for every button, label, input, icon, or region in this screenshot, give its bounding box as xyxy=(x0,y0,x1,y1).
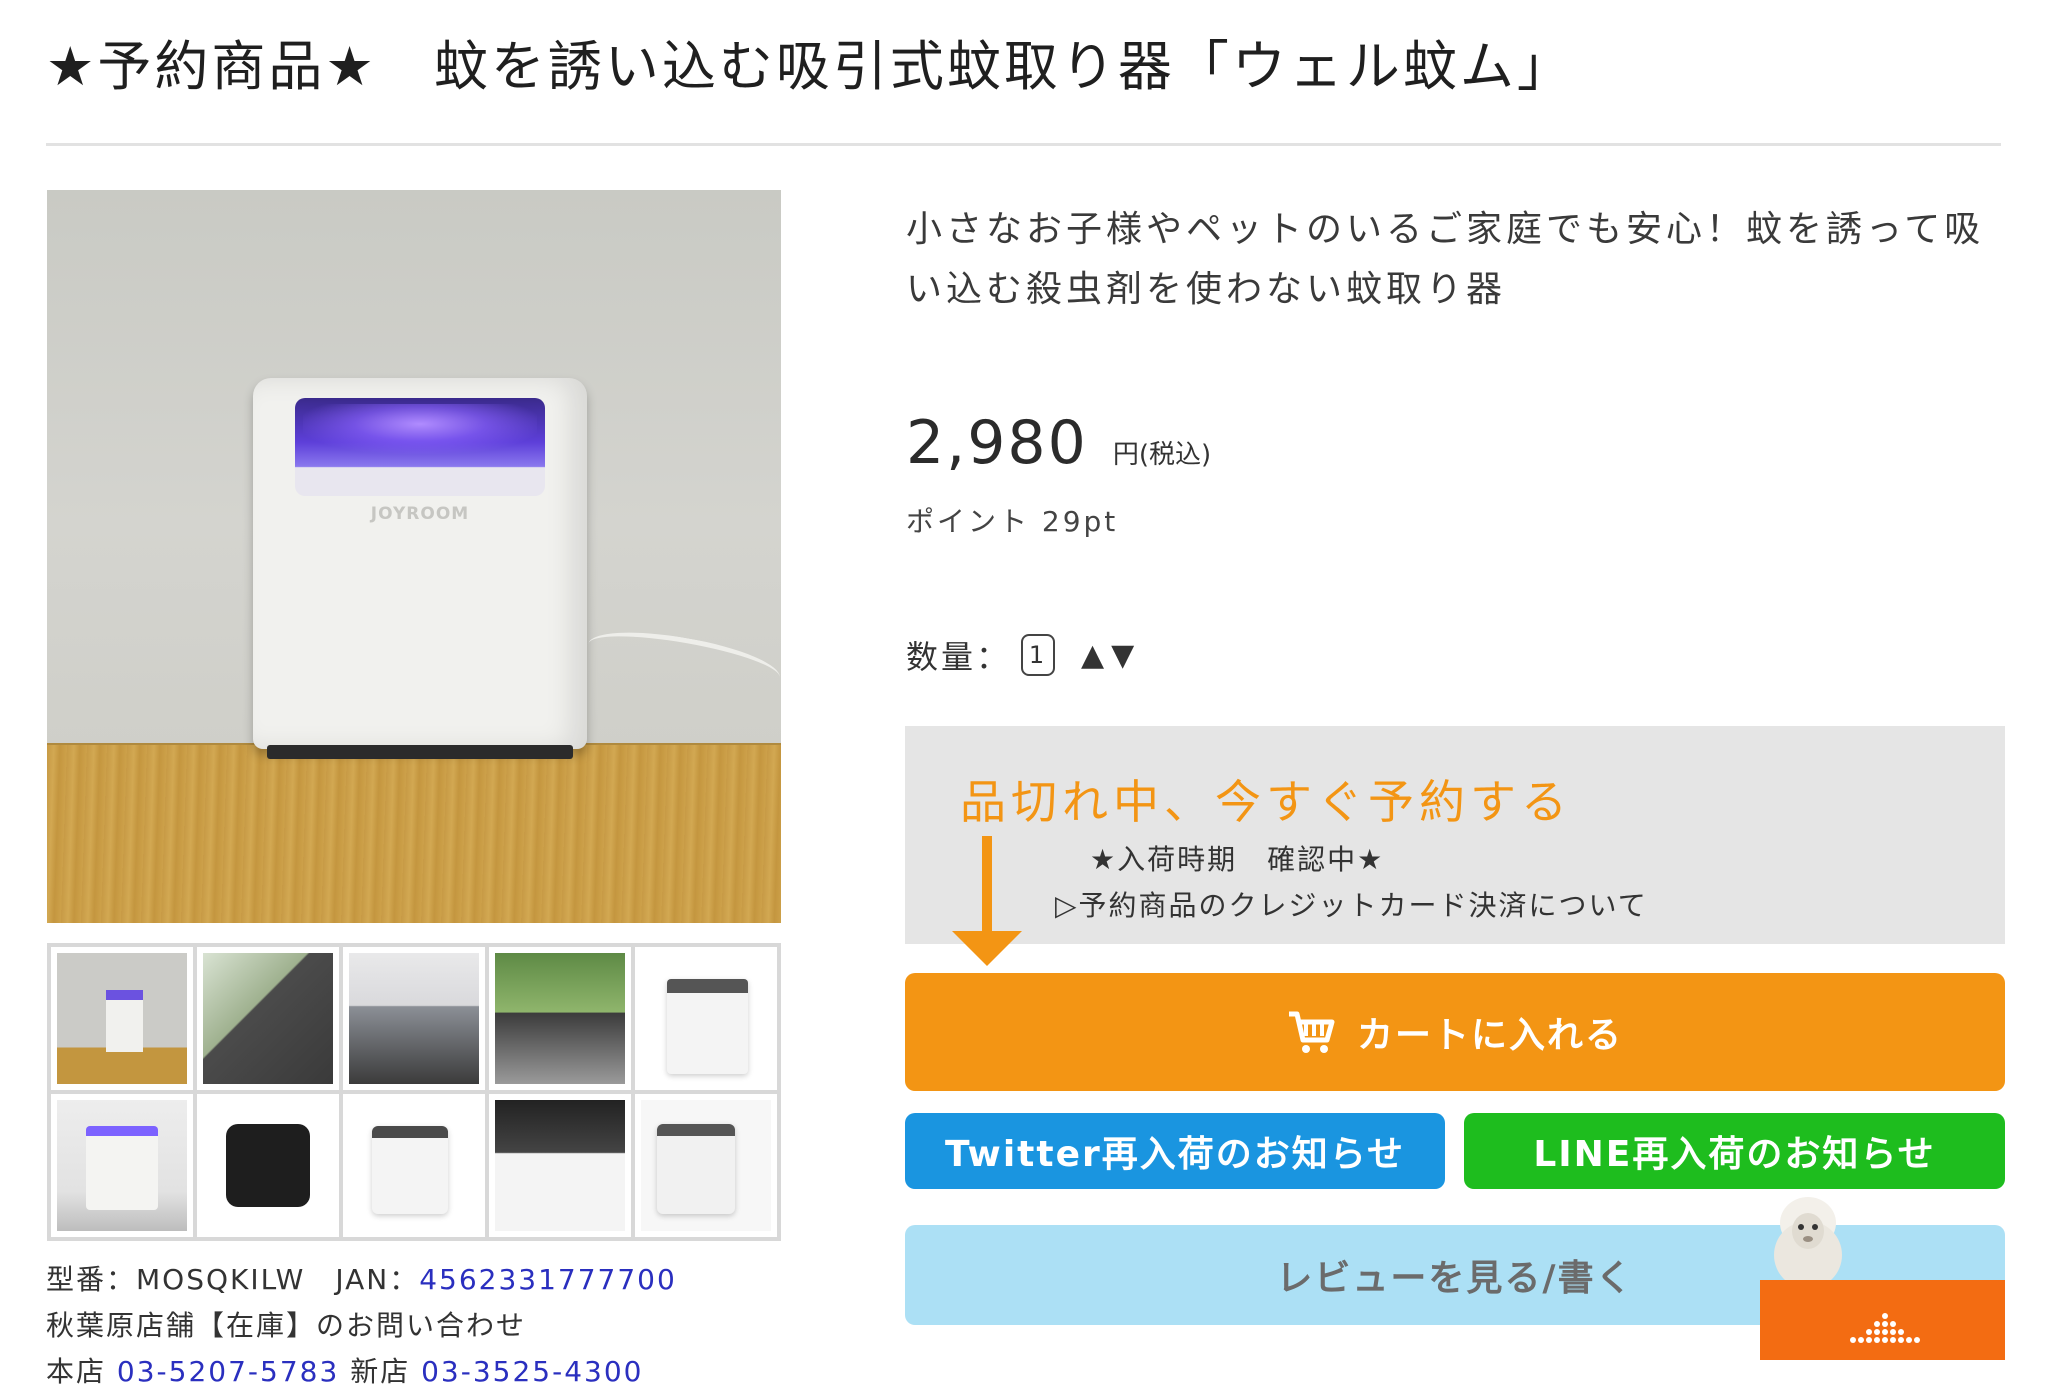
thumbnail-image xyxy=(495,953,625,1084)
thumbnail-image xyxy=(641,953,771,1084)
quantity-input[interactable]: 1 xyxy=(1021,634,1056,676)
reserve-title: 品切れ中、今すぐ予約する xyxy=(960,775,1572,829)
thumbnail-10[interactable] xyxy=(633,1092,779,1239)
thumbnail-1[interactable] xyxy=(49,945,195,1092)
model-label: 型番：MOSQKILW JAN： xyxy=(46,1263,420,1296)
thumbnail-image xyxy=(641,1100,771,1231)
points-text: ポイント 29pt xyxy=(906,505,1119,538)
model-info: 型番：MOSQKILW JAN：4562331777700 xyxy=(46,1258,677,1298)
thumbnail-8[interactable] xyxy=(341,1092,487,1239)
thumbnail-3[interactable] xyxy=(341,945,487,1092)
quantity-up-button[interactable]: ▲ xyxy=(1081,638,1107,673)
device-base xyxy=(267,745,573,759)
price-unit: 円(税込) xyxy=(1112,440,1212,470)
thumbnail-image xyxy=(57,953,187,1084)
product-description: 小さなお子様やペットのいるご家庭でも安心！蚊を誘って吸い込む殺虫剤を使わない蚊取… xyxy=(906,209,1985,310)
quantity-control: 数量： 1 ▲ ▼ xyxy=(906,632,1141,678)
credit-payment-link[interactable]: ▷予約商品のクレジットカード決済について xyxy=(1055,884,1648,924)
down-arrow-icon xyxy=(952,836,1022,966)
thumbnail-4[interactable] xyxy=(487,945,633,1092)
chat-widget-icon xyxy=(1850,1313,1920,1343)
device-uv-glow xyxy=(303,404,537,454)
thumbnail-grid xyxy=(47,943,781,1241)
page-title: ★予約商品★ 蚊を誘い込む吸引式蚊取り器「ウェル蚊ム」 xyxy=(46,35,1574,98)
quantity-down-button[interactable]: ▼ xyxy=(1111,638,1137,673)
thumbnail-image xyxy=(495,1100,625,1231)
thumbnail-image xyxy=(203,953,333,1084)
reserve-panel: 品切れ中、今すぐ予約する ★入荷時期 確認中★ ▷予約商品のクレジットカード決済… xyxy=(905,726,2005,944)
thumbnail-7[interactable] xyxy=(195,1092,341,1239)
mosquito-trap-device: JOYROOM xyxy=(253,378,587,759)
thumbnail-9[interactable] xyxy=(487,1092,633,1239)
price-value: 2,980 xyxy=(906,408,1088,478)
alpaca-mascot-icon[interactable] xyxy=(1768,1195,1848,1290)
store-phones: 本店 03-5207-5783 新店 03-3525-4300 xyxy=(46,1350,643,1390)
twitter-restock-button[interactable]: Twitter再入荷のお知らせ xyxy=(905,1113,1445,1189)
quantity-label: 数量： xyxy=(906,638,1012,676)
thumbnail-6[interactable] xyxy=(49,1092,195,1239)
thumbnail-5[interactable] xyxy=(633,945,779,1092)
cart-icon xyxy=(1288,1011,1335,1053)
price-row: 2,980 円(税込) xyxy=(906,408,1211,478)
thumbnail-image xyxy=(203,1100,333,1231)
title-divider xyxy=(46,143,2001,146)
chat-widget[interactable] xyxy=(1760,1280,2005,1360)
line-restock-button[interactable]: LINE再入荷のお知らせ xyxy=(1464,1113,2005,1189)
photo-table xyxy=(47,745,781,923)
thumbnail-image xyxy=(349,1100,479,1231)
thumbnail-image xyxy=(57,1100,187,1231)
jan-link[interactable]: 4562331777700 xyxy=(419,1263,677,1296)
arrival-status: ★入荷時期 確認中★ xyxy=(1090,843,1385,876)
main-product-image[interactable]: JOYROOM xyxy=(47,190,781,923)
device-logo: JOYROOM xyxy=(370,504,470,524)
thumbnail-2[interactable] xyxy=(195,945,341,1092)
add-to-cart-button[interactable]: カートに入れる xyxy=(905,973,2005,1091)
add-to-cart-label: カートに入れる xyxy=(1356,1015,1623,1056)
store-inquiry-text: 秋葉原店舗【在庫】のお問い合わせ xyxy=(46,1309,527,1342)
thumbnail-image xyxy=(349,953,479,1084)
